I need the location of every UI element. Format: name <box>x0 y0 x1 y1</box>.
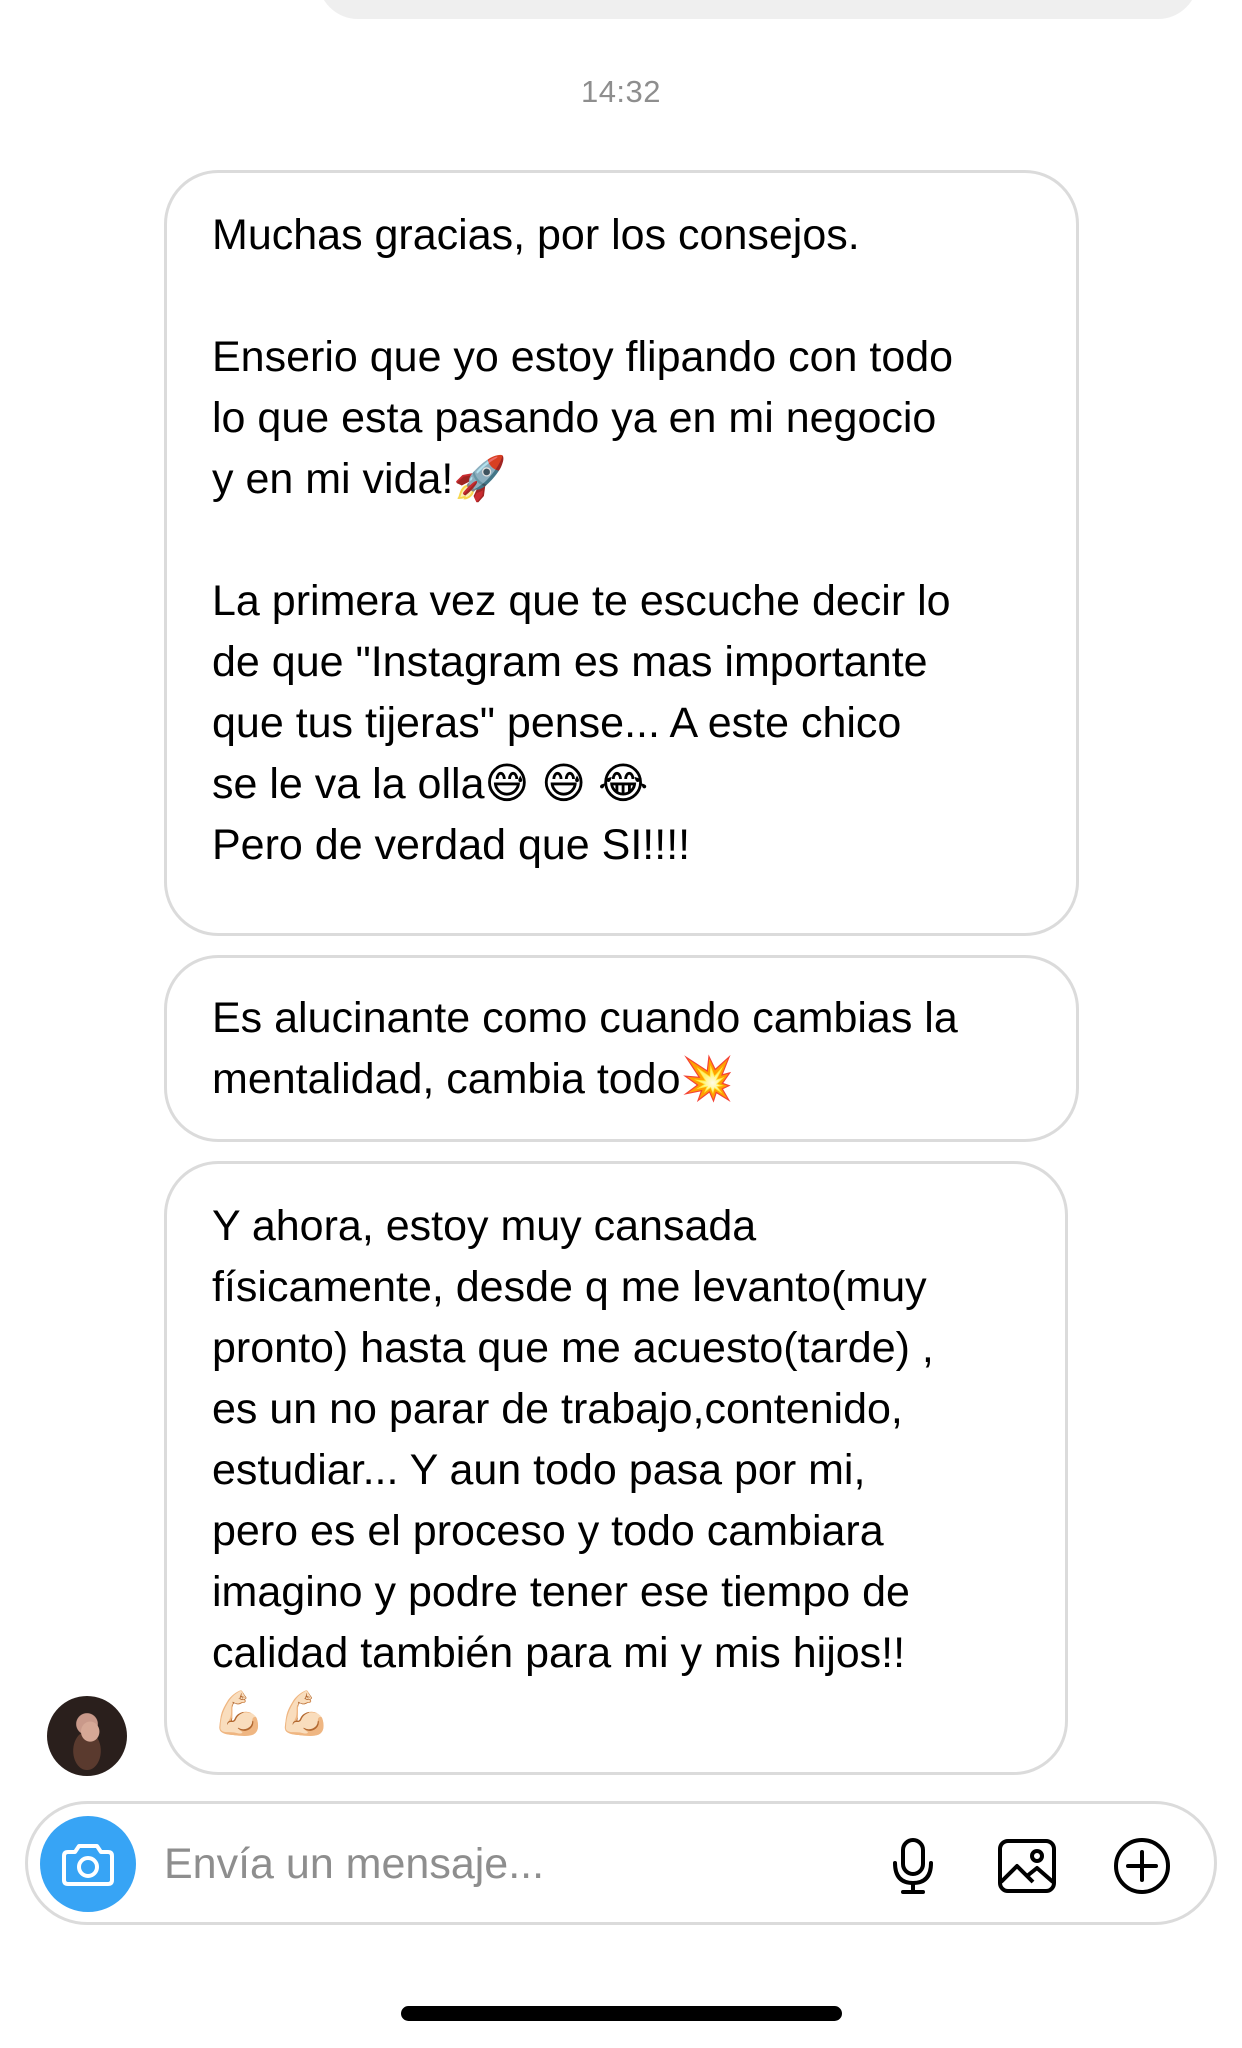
microphone-icon <box>893 1838 933 1894</box>
gallery-icon <box>998 1839 1056 1893</box>
add-attachment-button[interactable] <box>1106 1830 1178 1902</box>
received-message-3[interactable]: Y ahora, estoy muy cansada físicamente, … <box>164 1161 1068 1775</box>
received-message-1[interactable]: Muchas gracias, por los consejos. Enseri… <box>164 170 1079 936</box>
camera-icon <box>62 1844 114 1886</box>
message-input[interactable] <box>164 1832 824 1896</box>
home-indicator[interactable] <box>401 2006 842 2021</box>
gallery-button[interactable] <box>991 1830 1063 1902</box>
camera-button[interactable] <box>40 1816 136 1912</box>
previous-message-bubble <box>318 0 1198 19</box>
voice-message-button[interactable] <box>877 1830 949 1902</box>
plus-circle-icon <box>1114 1838 1170 1894</box>
dm-thread-screen: 14:32 Muchas gracias, por los consejos. … <box>0 0 1242 2048</box>
message-timestamp: 14:32 <box>580 74 662 109</box>
received-message-2[interactable]: Es alucinante como cuando cambias la men… <box>164 955 1079 1142</box>
message-composer <box>25 1801 1217 1925</box>
sender-avatar[interactable] <box>47 1696 127 1776</box>
